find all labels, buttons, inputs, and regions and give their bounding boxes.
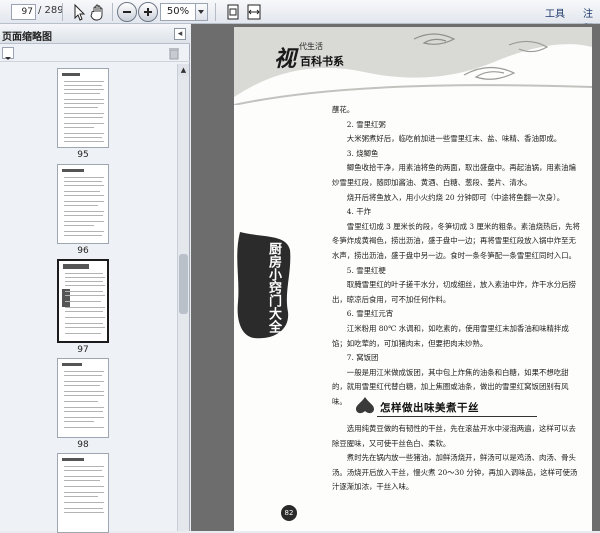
fit-page-icon <box>227 4 239 20</box>
text-paragraph: 7. 窝饭团 <box>346 353 379 363</box>
page-number-badge: 82 <box>281 505 297 521</box>
text-paragraph: 取腌雪里红的叶子搓干水分，切成细丝，放入素油中炸，炸干水分后捞出，晾凉后食用，可… <box>332 280 576 304</box>
fit-width-button[interactable] <box>244 2 264 22</box>
text-line: 蘸花。 <box>332 105 355 114</box>
toolbar-divider <box>215 3 216 21</box>
page-number-input[interactable]: 97 <box>11 4 36 20</box>
sidebar-title: 页面缩略图 <box>2 32 52 43</box>
zoom-level-input[interactable]: 50% <box>160 3 196 21</box>
thumbnail-label: 98 <box>77 440 89 450</box>
text-paragraph: 2. 雪里红粥 <box>346 119 386 129</box>
options-icon[interactable] <box>2 47 14 60</box>
zoom-dropdown-button[interactable] <box>196 3 208 21</box>
text-paragraph: 选用纯黄豆做的有韧性的干丝，先在滚盐开水中浸泡两遍，这样可以去除豆腥味，又可使干… <box>332 424 576 448</box>
minus-icon <box>123 11 131 13</box>
text-paragraph: 4. 干炸 <box>346 207 371 217</box>
thumbnail-label: 95 <box>77 150 89 160</box>
sidebar-toolbar <box>0 44 190 62</box>
cursor-arrow-icon <box>74 3 86 21</box>
page-thumbnail[interactable] <box>57 453 109 533</box>
section-body-text: 选用纯黄豆做的有韧性的干丝，先在滚盐开水中浸泡两遍，这样可以去除豆腥味，又可使干… <box>332 422 580 495</box>
sidebar-scrollbar[interactable]: ▲ <box>177 64 189 531</box>
series-logo-subtitle: 代生活 <box>299 42 323 51</box>
text-paragraph: 江米粉用 80℃ 水调和，如吃素的，使用雪里红末加香油和味精拌成馅；如吃荤的，可… <box>332 323 569 348</box>
page-thumbnail[interactable] <box>57 358 109 438</box>
text-paragraph: 5. 雪里红梗 <box>346 265 386 275</box>
section-underline <box>377 416 537 417</box>
thumbnail-sidebar: 页面缩略图 ◂ 95 96 97 98 ▲ <box>0 24 190 533</box>
text-paragraph: 6. 雪里红元宵 <box>346 309 394 319</box>
trash-icon[interactable] <box>168 46 180 60</box>
text-paragraph: 鲫鱼收拾干净，用素油将鱼的两面，取出盛盘中。再起油锅，用素油煸炒雪里红段，随即加… <box>332 163 576 187</box>
hand-icon <box>90 4 103 21</box>
sidebar-header: 页面缩略图 ◂ <box>0 24 190 44</box>
page-body-text: 蘸花。 2. 雪里红粥 大米粥煮好后，临吃前加进一些雪里红末、盐、味精、香油即成… <box>332 103 580 409</box>
sidebar-collapse-button[interactable]: ◂ <box>174 28 186 40</box>
page-thumbnail[interactable] <box>57 164 109 244</box>
section-ornament-icon <box>356 397 374 414</box>
select-tool-button[interactable] <box>68 2 88 22</box>
text-paragraph: 大米粥煮好后，临吃前加进一些雪里红末、盐、味精、香油即成。 <box>346 134 562 144</box>
fit-page-button[interactable] <box>223 2 243 22</box>
scroll-up-arrow-icon[interactable]: ▲ <box>178 64 189 76</box>
page-total: / 289 <box>38 5 64 16</box>
scrollbar-thumb[interactable] <box>179 254 188 314</box>
page-thumbnail[interactable] <box>57 68 109 148</box>
toolbar: 97 / 289 50% 工具 注释 <box>0 0 600 35</box>
text-paragraph: 煮时先在锅内放一些猪油，加鲜汤烧开，鲜汤可以是鸡汤、肉汤、骨头汤。汤烧开后放入干… <box>332 453 578 492</box>
page-thumbnail-selected[interactable] <box>57 259 109 343</box>
tools-menu[interactable]: 工具 <box>545 5 565 20</box>
series-logo-title: 百科书系 <box>300 55 344 68</box>
chevron-down-icon <box>198 10 204 14</box>
fit-width-icon <box>247 4 261 20</box>
hand-tool-button[interactable] <box>88 2 108 22</box>
plus-icon <box>144 8 152 16</box>
toolbar-divider <box>62 3 63 21</box>
series-logo: 视 <box>274 46 297 72</box>
document-viewport[interactable]: 视 代生活 百科书系 蘸花。 2. 雪里红粥 大米粥煮好后，临吃前加进一些雪里红… <box>191 24 600 531</box>
text-paragraph: 烧开后将鱼放入，用小火约烧 20 分钟即可（中途将鱼翻一次身）。 <box>346 192 565 202</box>
side-title: 厨房小窍门大全 <box>266 242 281 333</box>
text-paragraph: 雪里红切成 3 厘米长的段，冬笋切成 3 厘米的粗条。素油烧热后，先将冬笋炸成黄… <box>332 221 580 260</box>
zoom-out-button[interactable] <box>117 2 137 22</box>
thumbnail-label: 97 <box>77 345 89 355</box>
thumbnail-label: 96 <box>77 246 89 256</box>
document-page: 视 代生活 百科书系 蘸花。 2. 雪里红粥 大米粥煮好后，临吃前加进一些雪里红… <box>234 27 592 531</box>
section-title: 怎样做出味美煮干丝 <box>380 402 479 414</box>
zoom-in-button[interactable] <box>138 2 158 22</box>
text-paragraph: 3. 烧鲫鱼 <box>346 148 379 158</box>
toolbar-divider <box>112 3 113 21</box>
